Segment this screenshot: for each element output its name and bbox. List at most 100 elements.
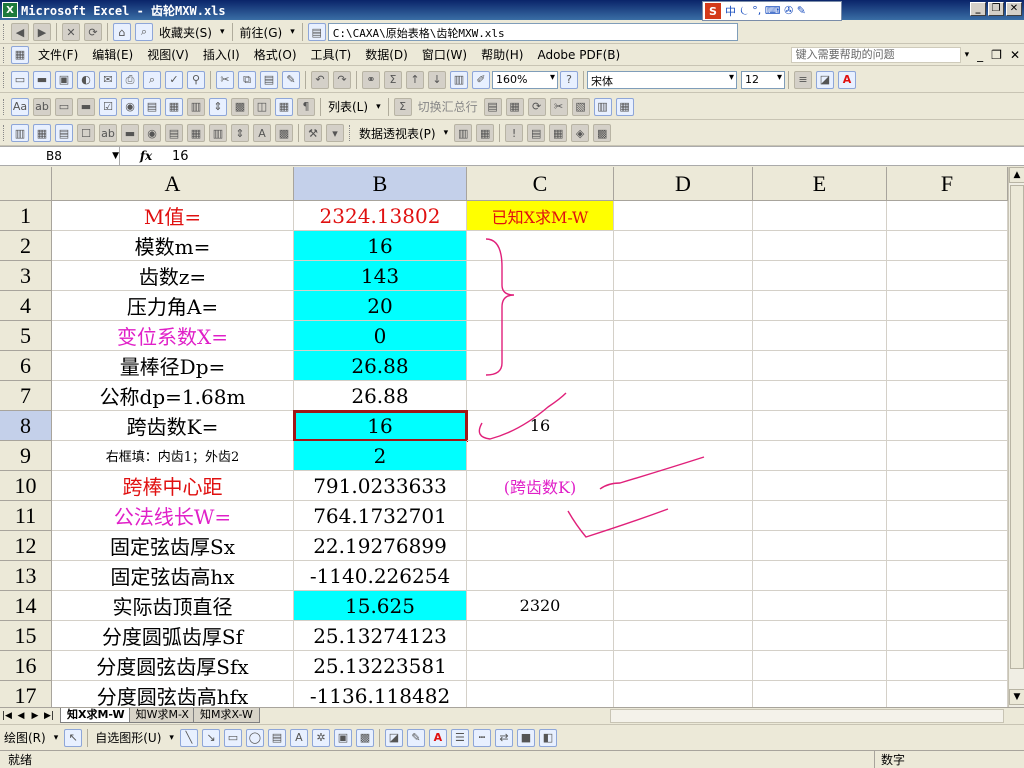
show-web-toolbar-icon[interactable]: ▤	[307, 23, 326, 41]
cell-b17[interactable]: -1136.118482	[294, 681, 467, 707]
cell-d6[interactable]	[614, 351, 753, 381]
hyperlink-icon[interactable]: ⚭	[362, 70, 380, 89]
cell-c2[interactable]	[467, 231, 614, 261]
cell-b15[interactable]: 25.13274123	[294, 621, 467, 651]
pivot-format-icon[interactable]: ▦	[33, 124, 51, 142]
cell-f4[interactable]	[887, 291, 1008, 321]
new-file-icon[interactable]: ▭	[11, 70, 29, 89]
line-icon[interactable]: ╲	[179, 728, 198, 747]
autoshapes-menu[interactable]: 自选图形(U)	[95, 729, 161, 746]
document-icon[interactable]: ▦	[11, 45, 29, 64]
pivot-checkbox-icon[interactable]: ☐	[77, 124, 95, 142]
sheet-tab-1[interactable]: 知X求M-W	[60, 708, 132, 723]
excel-app-icon[interactable]: X	[2, 2, 18, 18]
sync-list-icon[interactable]: ⟳	[527, 97, 546, 116]
sheet-tab-2[interactable]: 知W求M-X	[128, 708, 196, 723]
row-header-13[interactable]: 13	[0, 561, 52, 591]
cell-d12[interactable]	[614, 531, 753, 561]
spinner-icon[interactable]: ⇕	[209, 97, 227, 116]
select-all-corner[interactable]	[0, 167, 52, 201]
pivot-refresh-data-icon[interactable]: ▦	[549, 124, 568, 142]
combo-box-icon[interactable]: ▦	[165, 97, 183, 116]
pivot-abc-icon[interactable]: ab	[99, 124, 117, 142]
arrow-icon[interactable]: ↘	[201, 728, 220, 747]
cell-e1[interactable]	[753, 201, 887, 231]
column-header-a[interactable]: A	[52, 167, 294, 201]
cell-c10[interactable]: (跨齿数K)	[467, 471, 614, 501]
permission-icon[interactable]: ◐	[77, 70, 95, 89]
pivot-hide-detail-icon[interactable]: !	[505, 124, 524, 142]
scroll-down-icon[interactable]: ▼	[1009, 689, 1024, 705]
ime-toolbar[interactable]: S 中 ⏾ °, ⌨ ✇ ✎	[702, 1, 842, 21]
list-box-icon[interactable]: ▤	[143, 97, 161, 116]
cell-b6[interactable]: 26.88	[294, 351, 467, 381]
menu-window[interactable]: 窗口(W)	[415, 46, 474, 63]
cell-e16[interactable]	[753, 651, 887, 681]
doc-restore-icon[interactable]: ❐	[991, 48, 1002, 62]
menu-edit[interactable]: 编辑(E)	[85, 46, 140, 63]
cell-e9[interactable]	[753, 441, 887, 471]
cell-b12[interactable]: 22.19276899	[294, 531, 467, 561]
cell-b1[interactable]: 2324.13802	[294, 201, 467, 231]
pivot-combo-icon[interactable]: ▦	[187, 124, 205, 142]
cell-e13[interactable]	[753, 561, 887, 591]
discard-changes-icon[interactable]: ▧	[571, 97, 590, 116]
cell-d4[interactable]	[614, 291, 753, 321]
email-icon[interactable]: ✉	[99, 70, 117, 89]
draw-font-color-icon[interactable]: A	[428, 728, 447, 747]
column-header-e[interactable]: E	[753, 167, 887, 201]
cell-b3[interactable]: 143	[294, 261, 467, 291]
cell-a16[interactable]: 分度圆弦齿厚Sfx	[52, 651, 294, 681]
cell-f17[interactable]	[887, 681, 1008, 707]
pivot-option-icon[interactable]: ◉	[143, 124, 161, 142]
drawing-icon[interactable]: ✐	[472, 70, 490, 89]
dash-style-icon[interactable]: ┅	[472, 728, 491, 747]
vertical-scrollbar[interactable]: ▲ ▼	[1008, 167, 1024, 707]
cell-c8[interactable]: 16	[467, 411, 614, 441]
ime-options-icons[interactable]: ⏾ °, ⌨ ✇ ✎	[740, 4, 806, 18]
row-header-11[interactable]: 11	[0, 501, 52, 531]
cell-e17[interactable]	[753, 681, 887, 707]
copy-icon[interactable]: ⧉	[238, 70, 256, 89]
insert-function-icon[interactable]: fx	[120, 149, 172, 163]
ime-mode-indicator[interactable]: 中	[725, 3, 736, 19]
cell-c7[interactable]	[467, 381, 614, 411]
select-objects-icon[interactable]: ↖	[64, 728, 83, 747]
menu-help[interactable]: 帮助(H)	[474, 46, 530, 63]
save-icon[interactable]: ▣	[55, 70, 73, 89]
pivot-table-menu[interactable]: 数据透视表(P)	[359, 125, 436, 142]
cell-e10[interactable]	[753, 471, 887, 501]
redo-icon[interactable]: ↷	[333, 70, 351, 89]
cell-f11[interactable]	[887, 501, 1008, 531]
menu-insert[interactable]: 插入(I)	[196, 46, 247, 63]
sort-ascending-icon[interactable]: ↑	[406, 70, 424, 89]
cell-a5[interactable]: 变位系数X=	[52, 321, 294, 351]
cell-f3[interactable]	[887, 261, 1008, 291]
home-icon[interactable]: ⌂	[113, 23, 131, 41]
cell-a2[interactable]: 模数m=	[52, 231, 294, 261]
cell-f15[interactable]	[887, 621, 1008, 651]
first-sheet-icon[interactable]: |◀	[0, 711, 14, 721]
cell-f7[interactable]	[887, 381, 1008, 411]
pivot-wizard-icon[interactable]: ▥	[11, 124, 29, 142]
list-print-icon[interactable]: ▦	[615, 97, 634, 116]
cell-c3[interactable]	[467, 261, 614, 291]
cell-c9[interactable]	[467, 441, 614, 471]
cell-e7[interactable]	[753, 381, 887, 411]
cell-f10[interactable]	[887, 471, 1008, 501]
diagram-icon[interactable]: ✲	[311, 728, 330, 747]
cell-a17[interactable]: 分度圆弦齿高hfx	[52, 681, 294, 707]
restore-button[interactable]: ❐	[988, 2, 1004, 16]
wordart-icon[interactable]: A	[289, 728, 308, 747]
cell-a12[interactable]: 固定弦齿厚Sx	[52, 531, 294, 561]
cell-a11[interactable]: 公法线长W=	[52, 501, 294, 531]
cell-b16[interactable]: 25.13223581	[294, 651, 467, 681]
cell-a14[interactable]: 实际齿顶直径	[52, 591, 294, 621]
formula-input[interactable]: 16	[172, 149, 189, 164]
pivot-format-report-icon[interactable]: ▥	[454, 124, 473, 142]
name-box[interactable]: B8	[0, 147, 120, 165]
menu-data[interactable]: 数据(D)	[358, 46, 415, 63]
cell-a10[interactable]: 跨棒中心距	[52, 471, 294, 501]
cell-f5[interactable]	[887, 321, 1008, 351]
line-color-icon[interactable]: ✎	[406, 728, 425, 747]
